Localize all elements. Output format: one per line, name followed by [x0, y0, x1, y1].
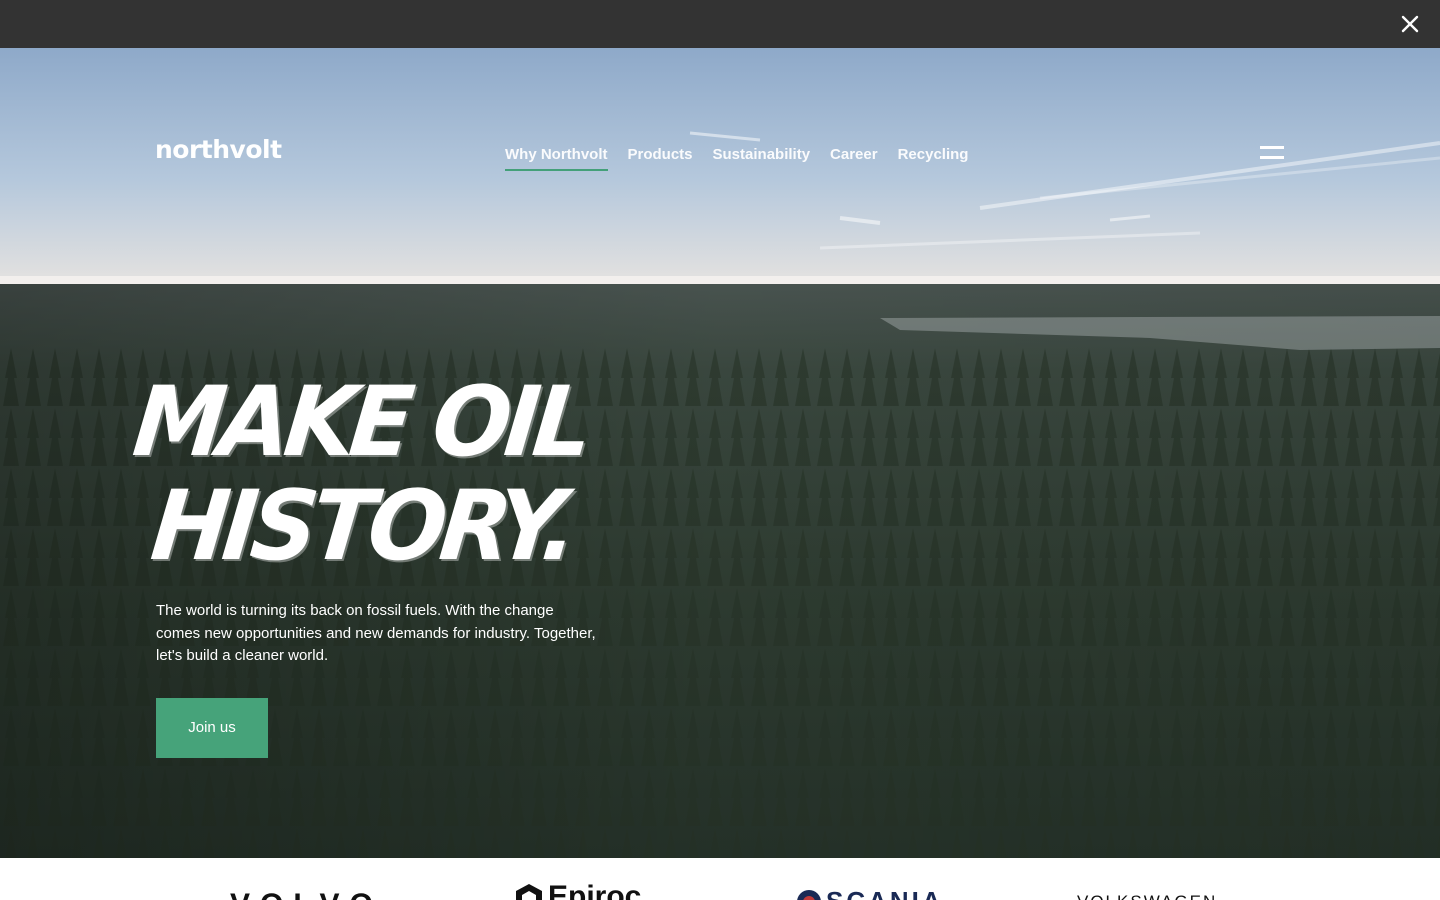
- hero-section: northvolt Why Northvolt Products Sustain…: [0, 48, 1440, 858]
- nav-recycling[interactable]: Recycling: [898, 144, 969, 171]
- close-icon[interactable]: [1398, 12, 1422, 36]
- nav-products[interactable]: Products: [628, 144, 693, 171]
- volkswagen-logo: VOLKSWAGEN: [1077, 892, 1217, 900]
- headline-line-1: MAKE OIL: [128, 365, 593, 479]
- hero-headline: MAKE OIL HISTORY.: [128, 366, 592, 582]
- main-nav: Why Northvolt Products Sustainability Ca…: [505, 144, 968, 171]
- epiroc-logo: Epiroc: [514, 880, 641, 900]
- hero-intro-text: The world is turning its back on fossil …: [156, 602, 596, 664]
- nav-career[interactable]: Career: [830, 144, 878, 171]
- scania-logo-text: SCANIA: [826, 886, 944, 900]
- epiroc-mark-icon: [516, 884, 542, 900]
- northvolt-logo[interactable]: northvolt: [155, 135, 282, 165]
- hamburger-menu-icon[interactable]: [1258, 144, 1286, 164]
- nav-sustainability[interactable]: Sustainability: [713, 144, 811, 171]
- volvo-logo: VOLVO: [230, 888, 383, 900]
- nav-why-northvolt[interactable]: Why Northvolt: [505, 144, 608, 171]
- partner-logos-strip: VOLVO Epiroc SCANIA VOLKSWAGEN: [0, 858, 1440, 900]
- join-us-button[interactable]: Join us: [156, 698, 268, 758]
- headline-line-2: HISTORY.: [146, 469, 578, 583]
- scania-griffin-icon: [797, 889, 821, 900]
- epiroc-logo-text: Epiroc: [548, 880, 642, 900]
- announcement-bar: [0, 0, 1440, 48]
- scania-logo: SCANIA: [796, 886, 944, 900]
